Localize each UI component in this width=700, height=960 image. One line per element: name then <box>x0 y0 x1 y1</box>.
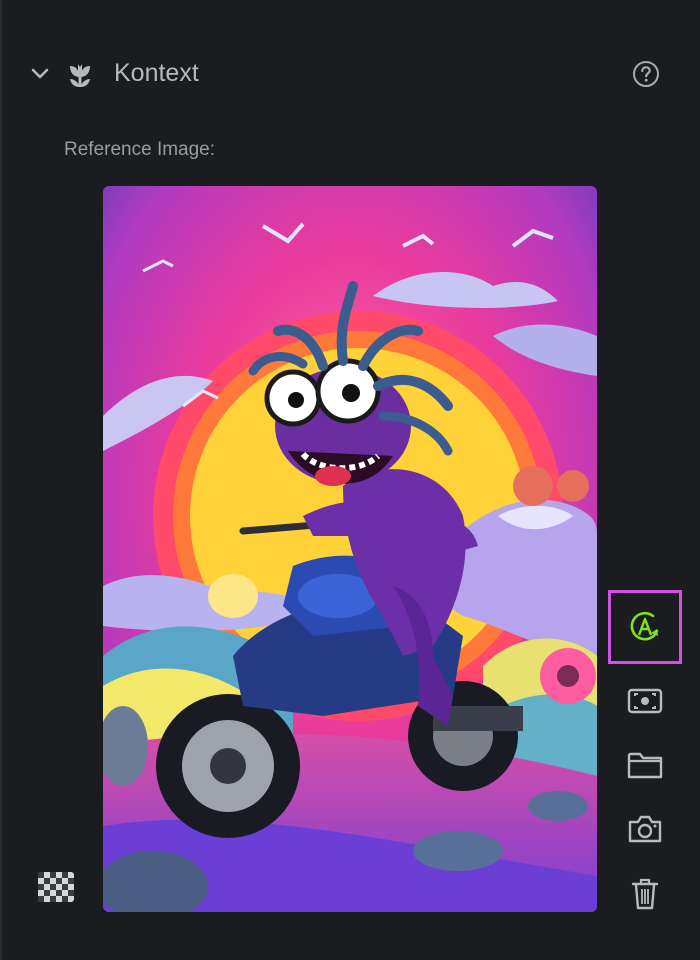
chevron-down-icon[interactable] <box>28 62 52 86</box>
reference-image-label: Reference Image: <box>64 139 216 160</box>
reference-image[interactable] <box>103 186 597 912</box>
screen-capture-icon <box>627 688 663 714</box>
camera-button[interactable] <box>608 792 682 866</box>
checkerboard-icon[interactable] <box>38 872 74 902</box>
folder-icon <box>627 752 663 779</box>
trash-icon <box>631 878 659 910</box>
auto-refresh-icon <box>630 611 659 641</box>
auto-button[interactable] <box>608 590 682 664</box>
screen-capture-button[interactable] <box>608 664 682 738</box>
help-circle-icon[interactable] <box>632 60 660 88</box>
section-title: Kontext <box>114 59 199 87</box>
camera-icon <box>628 815 662 843</box>
delete-button[interactable] <box>608 856 682 930</box>
open-folder-button[interactable] <box>608 728 682 802</box>
flower-icon <box>70 64 90 87</box>
section-header: Kontext <box>0 50 700 96</box>
reference-image-art <box>103 186 597 912</box>
panel-border <box>0 0 2 960</box>
